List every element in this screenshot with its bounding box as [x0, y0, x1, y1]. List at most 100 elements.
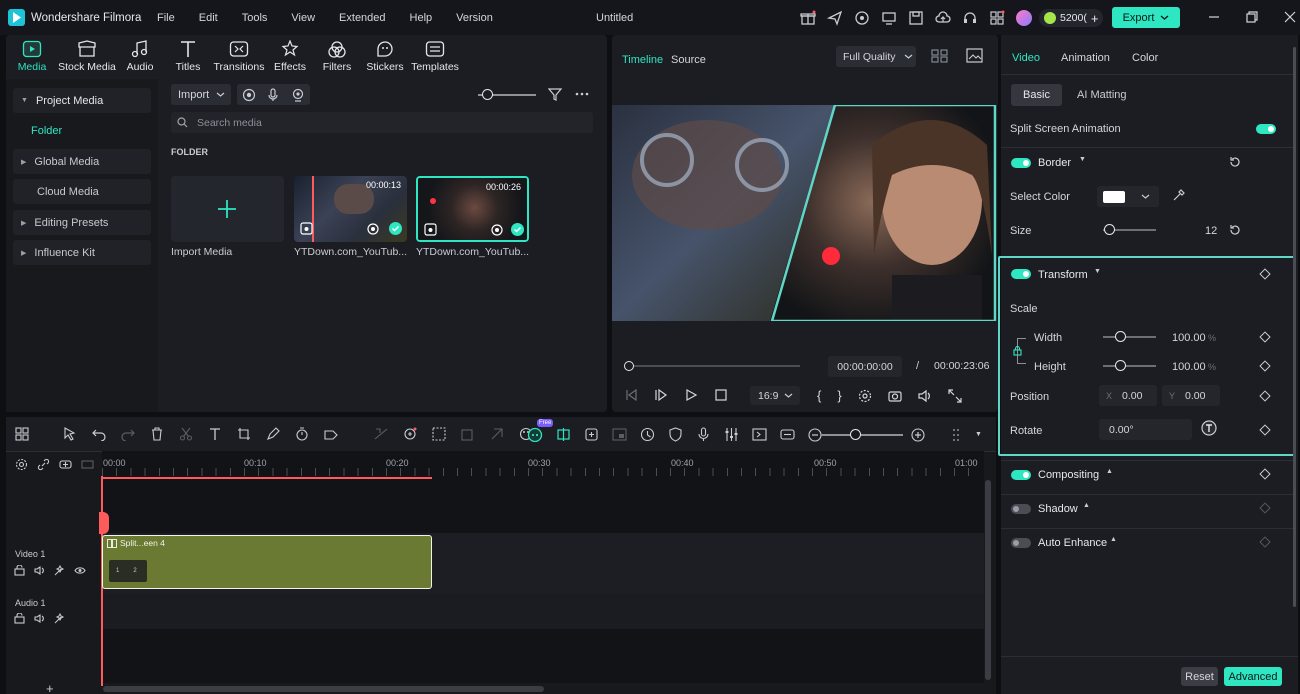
- more-options-icon[interactable]: [575, 87, 589, 101]
- border-color-picker[interactable]: [1097, 186, 1159, 207]
- video-preview[interactable]: [612, 105, 998, 321]
- menu-tools[interactable]: Tools: [242, 12, 268, 24]
- tab-timeline[interactable]: Timeline: [622, 54, 663, 66]
- sidebar-item-editing-presets[interactable]: ▶ Editing Presets: [13, 210, 151, 235]
- headset-icon[interactable]: [962, 10, 978, 26]
- auto-reframe-icon[interactable]: [556, 427, 571, 442]
- tab-stock-media[interactable]: Stock Media: [56, 40, 118, 73]
- fullscreen-icon[interactable]: [948, 388, 962, 403]
- menu-extended[interactable]: Extended: [339, 12, 385, 24]
- search-media-field[interactable]: Search media: [171, 112, 593, 133]
- ai-tools-icon[interactable]: [403, 427, 417, 441]
- media-clip-thumbnail[interactable]: 00:00:13: [294, 176, 407, 242]
- tab-animation[interactable]: Animation: [1061, 52, 1110, 64]
- mute-track-icon[interactable]: [34, 565, 45, 576]
- tab-video[interactable]: Video: [1012, 52, 1040, 64]
- close-icon[interactable]: [1284, 11, 1296, 23]
- advanced-button[interactable]: Advanced: [1224, 667, 1282, 686]
- tab-effects[interactable]: Effects: [273, 40, 307, 73]
- microphone-icon[interactable]: [266, 87, 280, 102]
- audio-mixer-icon[interactable]: [724, 427, 739, 442]
- delete-icon[interactable]: [150, 427, 164, 441]
- picture-in-picture-icon[interactable]: [612, 427, 627, 442]
- eyedropper-icon[interactable]: [1172, 189, 1185, 202]
- sidebar-item-folder[interactable]: Folder: [31, 125, 62, 137]
- menu-edit[interactable]: Edit: [199, 12, 218, 24]
- timeline-clip[interactable]: Split...een 4 1 2: [102, 535, 432, 589]
- freeze-frame-icon[interactable]: [461, 427, 475, 441]
- height-slider-knob[interactable]: [1115, 360, 1126, 371]
- monitor-icon[interactable]: [881, 10, 897, 26]
- compositing-toggle[interactable]: [1011, 470, 1031, 480]
- expand-caret-icon[interactable]: ▲: [1083, 502, 1090, 509]
- shadow-toggle[interactable]: [1011, 504, 1031, 514]
- color-pen-icon[interactable]: [266, 427, 280, 441]
- speed-ramp-icon[interactable]: [324, 427, 338, 441]
- record-screen-icon[interactable]: [242, 88, 256, 102]
- auto-enhance-toggle[interactable]: [1011, 538, 1031, 548]
- expand-caret-icon[interactable]: ▲: [1106, 468, 1113, 475]
- sidebar-item-influence-kit[interactable]: ▶ Influence Kit: [13, 240, 151, 265]
- quality-dropdown[interactable]: Full Quality: [836, 46, 916, 67]
- timeline-horizontal-scrollbar[interactable]: [103, 686, 544, 692]
- subtab-basic[interactable]: Basic: [1011, 84, 1062, 106]
- eye-icon[interactable]: [74, 565, 86, 576]
- collapse-caret-icon[interactable]: ▼: [1094, 268, 1101, 275]
- stop-icon[interactable]: [714, 388, 728, 402]
- track-effect-icon[interactable]: [54, 613, 65, 624]
- rotate-dial-icon[interactable]: [1201, 420, 1217, 436]
- smart-cutout-icon[interactable]: [432, 427, 446, 441]
- transform-section-label[interactable]: Transform: [1038, 269, 1088, 281]
- redo-icon[interactable]: [121, 427, 135, 441]
- play-icon[interactable]: [684, 388, 698, 402]
- track-manager-icon[interactable]: [81, 458, 94, 471]
- crop-icon[interactable]: [237, 427, 251, 441]
- lock-track-icon[interactable]: [14, 613, 25, 624]
- reset-button[interactable]: Reset: [1181, 667, 1218, 686]
- snap-icon[interactable]: [780, 427, 795, 442]
- tab-transitions[interactable]: Transitions: [213, 40, 265, 73]
- mute-track-icon[interactable]: [34, 613, 45, 624]
- restore-icon[interactable]: [1246, 11, 1258, 23]
- split-screen-animation-toggle[interactable]: [1256, 124, 1276, 134]
- step-play-icon[interactable]: [654, 388, 668, 402]
- subtab-ai-matting[interactable]: AI Matting: [1077, 89, 1127, 101]
- add-track-icon[interactable]: [59, 458, 72, 471]
- lock-track-icon[interactable]: [14, 565, 25, 576]
- snapshot-view-icon[interactable]: [966, 48, 983, 63]
- ai-mate-button[interactable]: Free: [527, 419, 554, 442]
- zoom-in-icon[interactable]: [911, 428, 925, 442]
- link-icon[interactable]: [37, 458, 50, 471]
- menu-view[interactable]: View: [291, 12, 315, 24]
- render-settings-icon[interactable]: [858, 389, 872, 403]
- inspector-scrollbar[interactable]: [1293, 47, 1296, 607]
- lock-icon[interactable]: [1013, 346, 1022, 356]
- keyframe-icon[interactable]: [1259, 536, 1271, 548]
- tab-filters[interactable]: Filters: [320, 40, 354, 73]
- playhead-handle[interactable]: [99, 512, 109, 534]
- webcam-icon[interactable]: [291, 88, 305, 102]
- shield-icon[interactable]: [668, 427, 683, 442]
- cloud-upload-icon[interactable]: [935, 10, 951, 26]
- size-value[interactable]: 12: [1205, 225, 1217, 237]
- timeline-zoom-slider[interactable]: [821, 434, 903, 436]
- playback-progress-knob[interactable]: [624, 361, 634, 371]
- stabilize-icon[interactable]: [640, 427, 655, 442]
- layout-icon[interactable]: [15, 427, 29, 441]
- tab-color[interactable]: Color: [1132, 52, 1158, 64]
- border-section-label[interactable]: Border: [1038, 157, 1071, 169]
- playback-progress-track[interactable]: [628, 365, 800, 367]
- send-icon[interactable]: [827, 10, 843, 26]
- track-effect-icon[interactable]: [54, 565, 65, 576]
- position-x-field[interactable]: X 0.00: [1099, 385, 1157, 406]
- add-marker-icon[interactable]: [584, 427, 599, 442]
- mark-in-icon[interactable]: {: [817, 388, 821, 403]
- zoom-out-icon[interactable]: [808, 427, 822, 442]
- border-toggle[interactable]: [1011, 158, 1031, 168]
- rotate-field[interactable]: 0.00°: [1099, 419, 1192, 440]
- keyframe-icon[interactable]: [1259, 468, 1271, 480]
- width-slider[interactable]: [1103, 336, 1156, 338]
- reset-icon[interactable]: [1229, 156, 1241, 168]
- track-settings-icon[interactable]: [15, 458, 28, 471]
- undo-icon[interactable]: [92, 427, 106, 441]
